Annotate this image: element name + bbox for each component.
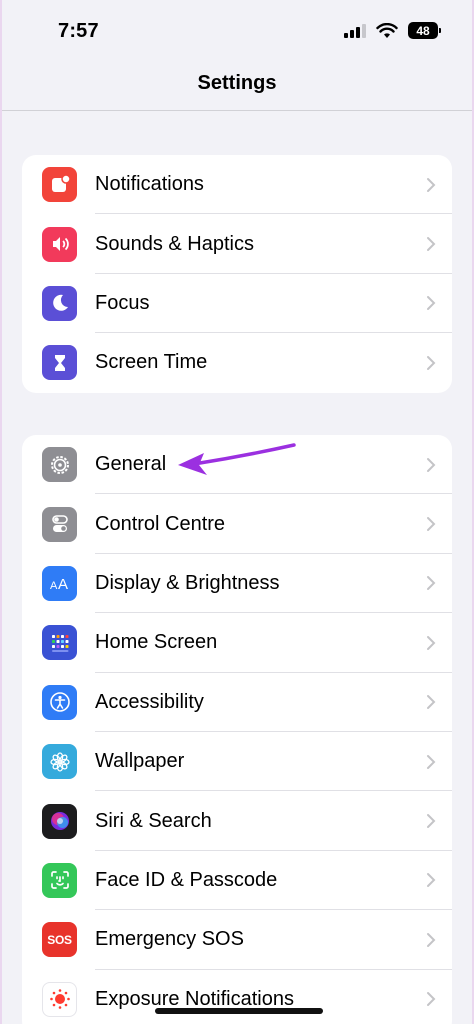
settings-row-label: Focus [95, 291, 150, 314]
svg-text:A: A [58, 576, 68, 593]
chevron-right-icon [427, 177, 436, 192]
app-grid-icon [42, 625, 77, 661]
settings-row-label: Accessibility [95, 690, 204, 713]
text-size-icon: AA [42, 565, 77, 601]
settings-row-label: Screen Time [95, 351, 208, 374]
moon-icon [42, 285, 77, 321]
settings-group-2: General Control Centre AA Display & Brig… [22, 435, 452, 1024]
exposure-icon [42, 981, 77, 1017]
chevron-right-icon [427, 237, 436, 252]
settings-row-label: Siri & Search [95, 809, 212, 832]
flower-icon [42, 744, 77, 780]
settings-row-label: Control Centre [95, 512, 226, 535]
chevron-right-icon [427, 814, 436, 829]
chevron-right-icon [427, 296, 436, 311]
cellular-signal-icon [344, 23, 366, 38]
settings-row-control-centre[interactable]: Control Centre [22, 494, 452, 554]
settings-row-focus[interactable]: Focus [22, 274, 452, 334]
settings-row-exposure-notifications[interactable]: Exposure Notifications [22, 970, 452, 1024]
status-time: 7:57 [58, 20, 99, 42]
svg-text:A: A [50, 580, 58, 592]
chevron-right-icon [427, 932, 436, 947]
speaker-icon [42, 226, 77, 262]
settings-row-face-id-passcode[interactable]: Face ID & Passcode [22, 851, 452, 911]
settings-group-1: Notifications Sounds & Haptics Focus Scr… [22, 155, 452, 393]
settings-row-display-brightness[interactable]: AA Display & Brightness [22, 554, 452, 614]
chevron-right-icon [427, 355, 436, 370]
chevron-right-icon [427, 754, 436, 769]
settings-row-notifications[interactable]: Notifications [22, 155, 452, 215]
hourglass-icon [42, 345, 77, 381]
chevron-right-icon [427, 517, 436, 532]
home-indicator[interactable] [155, 1008, 323, 1014]
settings-row-label: Notifications [95, 173, 204, 196]
settings-row-wallpaper[interactable]: Wallpaper [22, 732, 452, 792]
settings-row-label: Emergency SOS [95, 928, 244, 951]
settings-row-siri-search[interactable]: Siri & Search [22, 791, 452, 851]
settings-row-screen-time[interactable]: Screen Time [22, 333, 452, 392]
settings-row-sounds-haptics[interactable]: Sounds & Haptics [22, 214, 452, 274]
chevron-right-icon [427, 992, 436, 1007]
settings-row-accessibility[interactable]: Accessibility [22, 673, 452, 732]
navigation-bar: Settings [2, 64, 472, 111]
chevron-right-icon [427, 873, 436, 888]
gear-icon [42, 447, 77, 483]
settings-row-label: Sounds & Haptics [95, 232, 254, 255]
accessibility-icon [42, 684, 77, 720]
settings-row-label: General [95, 453, 167, 476]
sos-icon-text: SOS [47, 932, 72, 947]
toggles-icon [42, 506, 77, 542]
battery-indicator: 48 [408, 22, 441, 39]
chevron-right-icon [427, 457, 436, 472]
chevron-right-icon [427, 576, 436, 591]
settings-row-home-screen[interactable]: Home Screen [22, 613, 452, 673]
status-bar: 7:57 48 [2, 0, 472, 64]
siri-icon [42, 803, 77, 839]
settings-row-emergency-sos[interactable]: SOS Emergency SOS [22, 910, 452, 970]
annotation-arrow-icon [178, 443, 296, 475]
settings-row-label: Home Screen [95, 631, 218, 654]
sos-icon: SOS [42, 922, 77, 958]
page-title: Settings [197, 72, 277, 94]
settings-row-label: Face ID & Passcode [95, 868, 278, 891]
wifi-icon [376, 22, 398, 38]
settings-row-label: Wallpaper [95, 750, 185, 773]
chevron-right-icon [427, 695, 436, 710]
status-icons: 48 [344, 22, 441, 39]
chevron-right-icon [427, 635, 436, 650]
notifications-icon [42, 167, 77, 203]
face-id-icon [42, 862, 77, 898]
settings-row-label: Display & Brightness [95, 571, 280, 594]
